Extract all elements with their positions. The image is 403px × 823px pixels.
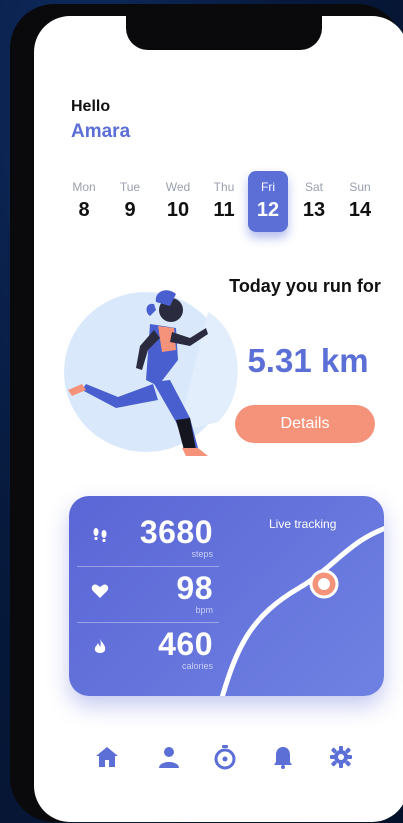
day-date: 9	[124, 199, 136, 221]
timer-icon[interactable]	[212, 744, 238, 770]
day-date: 8	[78, 199, 90, 221]
live-tracking-card: Live tracking 3680 steps 98 bpm 460 calo…	[69, 496, 384, 696]
stat-steps: 3680 steps	[69, 512, 219, 564]
calories-value: 460	[158, 626, 213, 662]
divider	[77, 566, 219, 567]
divider	[77, 622, 219, 623]
phone-frame: Hello Amara Mon 8 Tue 9 Wed 10 Thu 11 Fr…	[10, 4, 403, 822]
day-label: Sun	[349, 180, 371, 194]
user-name: Amara	[71, 121, 131, 142]
notification-bell-icon[interactable]	[270, 744, 296, 770]
home-icon[interactable]	[94, 744, 120, 770]
day-fri-selected[interactable]: Fri 12	[248, 171, 288, 232]
settings-gear-icon[interactable]	[328, 744, 354, 770]
profile-icon[interactable]	[156, 744, 182, 770]
day-date: 10	[166, 199, 190, 221]
flame-icon	[94, 639, 106, 653]
heart-rate-value: 98	[176, 570, 213, 606]
runner-illustration	[64, 290, 238, 456]
run-title: Today you run for	[229, 276, 381, 296]
calories-unit: calories	[181, 661, 213, 671]
day-sun[interactable]: Sun 14	[340, 176, 380, 222]
app-screen: Hello Amara Mon 8 Tue 9 Wed 10 Thu 11 Fr…	[34, 16, 403, 822]
day-sat[interactable]: Sat 13	[294, 176, 334, 222]
week-calendar: Mon 8 Tue 9 Wed 10 Thu 11 Fri 12 Sat 13	[64, 171, 384, 236]
live-tracking-label: Live tracking	[269, 517, 337, 531]
day-wed[interactable]: Wed 10	[158, 176, 198, 222]
day-label: Mon	[72, 180, 96, 194]
day-label: Wed	[165, 180, 191, 194]
day-tue[interactable]: Tue 9	[110, 176, 150, 222]
stat-heart-rate: 98 bpm	[69, 568, 219, 620]
day-date: 13	[302, 199, 326, 221]
bottom-navigation	[84, 744, 364, 774]
day-thu[interactable]: Thu 11	[204, 176, 244, 222]
steps-value: 3680	[139, 514, 213, 550]
day-date: 14	[348, 199, 372, 221]
greeting-hello: Hello	[71, 98, 111, 115]
details-button[interactable]: Details	[235, 405, 375, 443]
run-distance: 5.31 km	[247, 342, 369, 379]
heart-rate-unit: bpm	[195, 605, 213, 615]
steps-unit: steps	[191, 549, 213, 559]
day-date: 12	[256, 199, 280, 221]
day-label: Sat	[304, 180, 323, 194]
day-date: 11	[213, 199, 235, 221]
day-mon[interactable]: Mon 8	[64, 176, 104, 222]
heart-icon	[91, 584, 109, 598]
footsteps-icon	[93, 528, 107, 542]
day-label: Fri	[261, 180, 275, 194]
day-label: Thu	[213, 180, 235, 194]
day-label: Tue	[119, 180, 141, 194]
stat-calories: 460 calories	[69, 624, 219, 676]
phone-notch	[126, 16, 322, 50]
